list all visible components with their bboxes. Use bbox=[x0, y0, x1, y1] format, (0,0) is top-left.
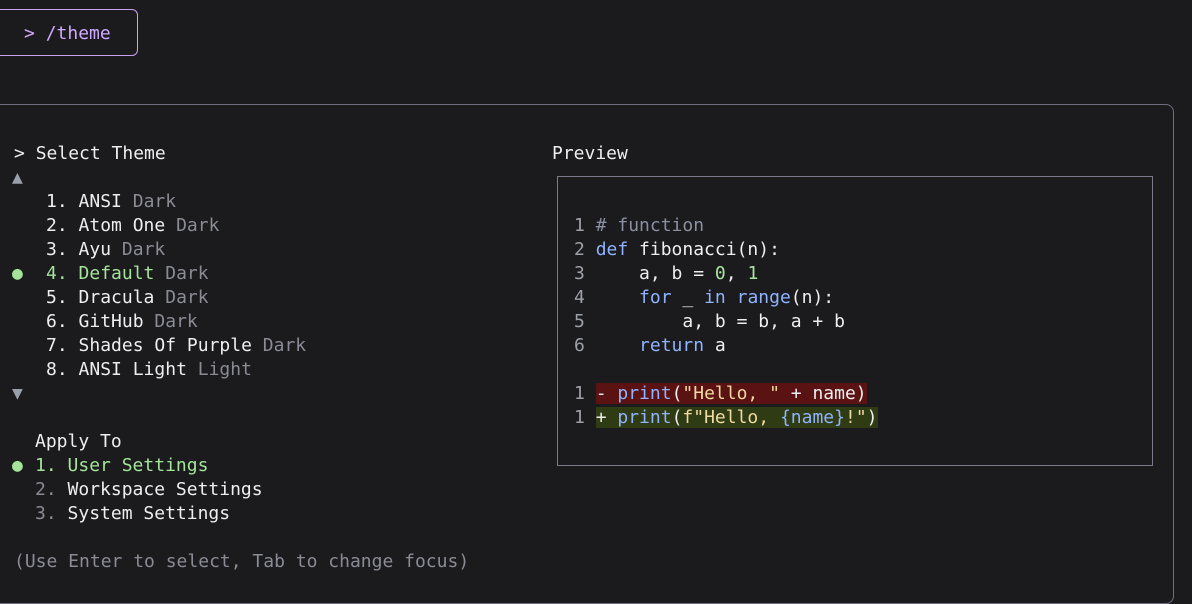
theme-option-number: 8. bbox=[46, 359, 68, 380]
select-theme-header: > Select Theme bbox=[14, 143, 166, 164]
footer-hint: (Use Enter to select, Tab to change focu… bbox=[14, 551, 470, 572]
theme-option-variant: Dark bbox=[121, 239, 166, 260]
theme-option-name: Ayu bbox=[78, 239, 112, 260]
code-line-5: 5 a, b = b, a + b bbox=[574, 311, 845, 332]
theme-option-number: 2. bbox=[46, 215, 68, 236]
code-line-2: 2 def fibonacci(n): bbox=[574, 239, 780, 260]
theme-option-name: ANSI bbox=[78, 191, 122, 212]
theme-option-name: Dracula bbox=[78, 287, 155, 308]
theme-option[interactable]: 2. Atom One Dark bbox=[12, 214, 219, 238]
theme-option[interactable]: ● 4. Default Dark bbox=[12, 262, 209, 286]
apply-to-option-label: User Settings bbox=[67, 455, 209, 476]
theme-option[interactable]: 7. Shades Of Purple Dark bbox=[12, 334, 306, 358]
theme-option[interactable]: 3. Ayu Dark bbox=[12, 238, 165, 262]
apply-to-option-label: Workspace Settings bbox=[67, 479, 263, 500]
theme-option-name: Atom One bbox=[78, 215, 166, 236]
apply-to-option-number: 3. bbox=[35, 503, 57, 524]
preview-title: Preview bbox=[552, 143, 628, 164]
apply-to-option-number: 1. bbox=[35, 455, 57, 476]
theme-option-variant: Dark bbox=[132, 191, 177, 212]
code-line-4: 4 for _ in range(n): bbox=[574, 287, 835, 308]
scroll-down-icon[interactable]: ▼ bbox=[12, 382, 23, 406]
theme-option-variant: Dark bbox=[176, 215, 220, 236]
theme-option[interactable]: 8. ANSI Light Light bbox=[12, 358, 252, 382]
diff-added-line: 1 + print(f"Hello, {name}!") bbox=[574, 407, 878, 428]
selected-dot-icon: ● bbox=[12, 263, 23, 284]
apply-to-option[interactable]: ● 1. User Settings bbox=[12, 454, 208, 478]
command-text: > /theme bbox=[24, 23, 111, 44]
apply-to-header: Apply To bbox=[35, 431, 122, 452]
diff-removed-line: 1 - print("Hello, " + name) bbox=[574, 383, 867, 404]
theme-option-variant: Dark bbox=[165, 287, 209, 308]
theme-option-number: 5. bbox=[46, 287, 68, 308]
command-box: > /theme bbox=[0, 9, 138, 56]
theme-option-variant: Dark bbox=[262, 335, 307, 356]
apply-to-option[interactable]: 3. System Settings bbox=[12, 502, 230, 526]
theme-option-number: 1. bbox=[46, 191, 68, 212]
scroll-up-icon[interactable]: ▲ bbox=[12, 166, 23, 190]
theme-option-number: 4. bbox=[46, 263, 68, 284]
theme-option-number: 3. bbox=[46, 239, 68, 260]
theme-option[interactable]: 6. GitHub Dark bbox=[12, 310, 198, 334]
apply-to-option[interactable]: 2. Workspace Settings bbox=[12, 478, 263, 502]
theme-option[interactable]: 5. Dracula Dark bbox=[12, 286, 209, 310]
theme-option-variant: Dark bbox=[154, 311, 198, 332]
code-line-3: 3 a, b = 0, 1 bbox=[574, 263, 759, 284]
apply-to-option-label: System Settings bbox=[67, 503, 231, 524]
theme-option[interactable]: 1. ANSI Dark bbox=[12, 190, 176, 214]
theme-option-name: GitHub bbox=[78, 311, 144, 332]
selected-dot-icon: ● bbox=[12, 455, 23, 476]
theme-option-number: 7. bbox=[46, 335, 68, 356]
theme-option-variant: Dark bbox=[165, 263, 209, 284]
code-line-6: 6 return a bbox=[574, 335, 726, 356]
theme-option-number: 6. bbox=[46, 311, 68, 332]
theme-option-name: Shades Of Purple bbox=[78, 335, 252, 356]
apply-to-option-number: 2. bbox=[35, 479, 57, 500]
theme-option-variant: Light bbox=[197, 359, 252, 380]
code-line-1: 1 # function bbox=[574, 215, 705, 236]
theme-option-name: Default bbox=[78, 263, 155, 284]
theme-option-name: ANSI Light bbox=[78, 359, 187, 380]
